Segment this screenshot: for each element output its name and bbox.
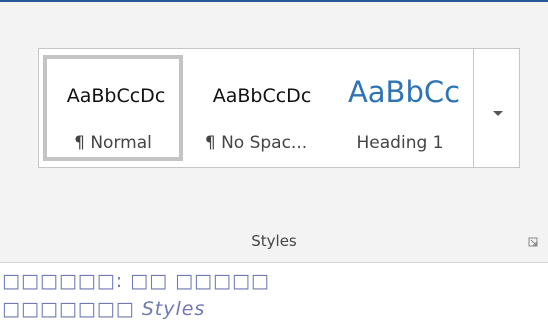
styles-gallery: AaBbCcDc ¶ Normal AaBbCcDc ¶ No Spac... …: [38, 48, 474, 168]
dialog-launcher-icon[interactable]: [528, 237, 538, 247]
style-normal[interactable]: AaBbCcDc ¶ Normal: [43, 55, 183, 161]
style-preview-sample: AaBbCcDc: [66, 85, 166, 107]
style-no-spacing[interactable]: AaBbCcDc ¶ No Spac...: [186, 55, 326, 161]
style-name-label: ¶ Normal: [74, 133, 152, 153]
gallery-more-button[interactable]: [474, 48, 520, 168]
style-name-label: ¶ No Spac...: [204, 133, 308, 153]
style-heading-1[interactable]: AaBbCc Heading 1: [329, 55, 471, 161]
style-preview-sample: AaBbCcDc: [212, 85, 312, 107]
style-name-label: Heading 1: [356, 133, 444, 153]
figure-caption-line-1: □□□□□□: □□ □□□□□: [2, 270, 270, 292]
group-label-styles: Styles: [251, 232, 297, 250]
figure-caption-line-2: □□□□□□□ Styles: [2, 298, 206, 320]
chevron-down-icon: [493, 111, 503, 116]
styles-ribbon-group: AaBbCcDc ¶ Normal AaBbCcDc ¶ No Spac... …: [0, 2, 548, 263]
style-preview-sample: AaBbCc: [347, 75, 461, 109]
